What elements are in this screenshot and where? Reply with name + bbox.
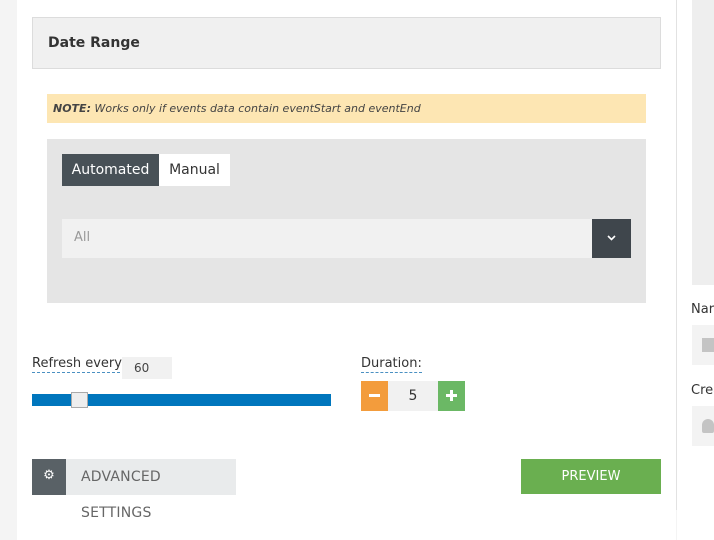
duration-increment-button[interactable]	[438, 381, 465, 411]
note-bar: NOTE: Works only if events data contain …	[47, 94, 646, 123]
preview-button[interactable]: PREVIEW	[521, 459, 661, 494]
duration-decrement-button[interactable]	[361, 381, 388, 411]
gear-icon: ⚙	[43, 468, 55, 483]
note-text: Works only if events data contain eventS…	[90, 102, 421, 115]
right-created-field[interactable]	[692, 406, 714, 446]
advanced-settings-icon-box: ⚙	[32, 459, 66, 495]
file-icon	[702, 338, 714, 352]
advanced-settings-label: ADVANCED SETTINGS	[81, 469, 161, 521]
duration-label: Duration:	[361, 356, 422, 373]
tab-manual[interactable]: Manual	[159, 154, 230, 186]
users-icon	[702, 419, 714, 433]
right-label-name: Nar	[691, 302, 714, 317]
refresh-label: Refresh every:	[32, 356, 126, 373]
note-label: NOTE:	[53, 102, 91, 115]
right-preview-box	[692, 0, 714, 285]
duration-value[interactable]: 5	[388, 381, 438, 411]
date-range-tab-panel: Automated Manual All	[47, 139, 646, 303]
right-name-field[interactable]	[692, 325, 714, 365]
advanced-settings-button[interactable]: ⚙ ADVANCED SETTINGS	[32, 459, 236, 521]
select-value: All	[74, 230, 91, 245]
date-range-header: Date Range	[32, 17, 661, 69]
section-title: Date Range	[48, 35, 140, 51]
chevron-down-icon	[607, 235, 616, 241]
date-range-select[interactable]: All	[62, 219, 631, 258]
refresh-slider-handle[interactable]	[71, 392, 89, 408]
right-label-created: Crea	[691, 383, 714, 398]
select-arrow-button[interactable]	[592, 219, 631, 258]
refresh-value-field[interactable]: 60	[122, 357, 172, 379]
tab-automated[interactable]: Automated	[62, 154, 159, 186]
